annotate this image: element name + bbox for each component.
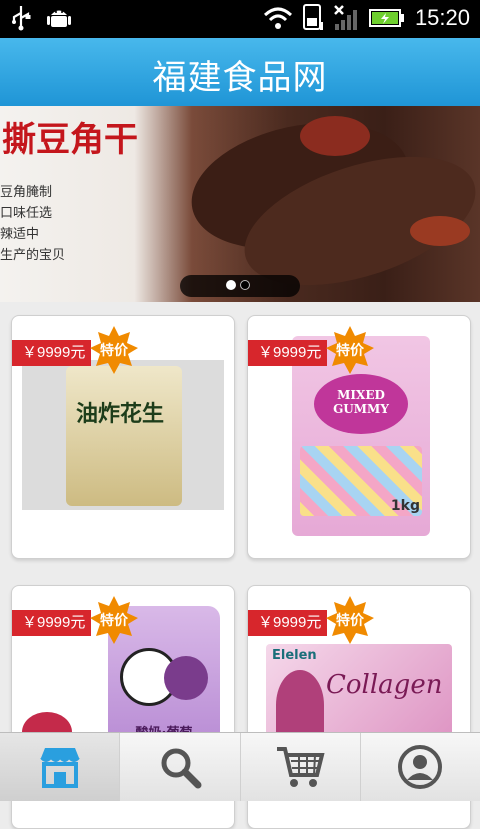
sale-badge: 特价	[326, 326, 374, 374]
cart-icon	[277, 747, 325, 787]
sale-badge-label: 特价	[100, 343, 128, 359]
banner-line: 豆角腌制	[0, 185, 53, 200]
product-image: 油炸花生	[22, 360, 224, 510]
profile-icon	[398, 745, 443, 789]
sale-badge-label: 特价	[100, 613, 128, 629]
battery-icon	[368, 9, 404, 27]
clock: 15:20	[414, 5, 470, 30]
wifi-icon	[263, 7, 292, 29]
product-card[interactable]: 油炸花生 ￥9999元 特价	[11, 315, 235, 559]
tab-cart[interactable]	[241, 733, 361, 801]
banner-pepper	[300, 116, 370, 156]
product-image-text: 油炸花生	[76, 401, 165, 427]
product-image-text: Collagen	[326, 670, 443, 700]
grape-icon	[164, 656, 208, 700]
carousel-indicator	[180, 275, 300, 297]
page-title: 福建食品网	[152, 58, 328, 98]
search-icon	[161, 748, 202, 789]
price-tag: ￥9999元	[248, 610, 328, 636]
store-icon	[39, 748, 80, 788]
product-image-weight: 1kg	[390, 498, 420, 514]
android-icon	[47, 10, 71, 27]
sale-badge-label: 特价	[336, 613, 364, 629]
banner-line: 生产的宝贝	[0, 248, 66, 263]
sale-badge: 特价	[326, 596, 374, 644]
bottom-nav	[0, 732, 480, 801]
sale-badge: 特价	[90, 326, 138, 374]
usb-icon	[12, 6, 31, 31]
signal-icon	[334, 5, 357, 30]
product-card[interactable]: MIXED GUMMY 1kg ￥9999元 特价	[247, 315, 471, 559]
collagen-swirl	[276, 670, 324, 740]
banner-pepper-2	[410, 216, 470, 246]
banner-line: 辣适中	[0, 227, 40, 242]
banner-line: 口味任选	[0, 206, 53, 221]
sale-badge-label: 特价	[336, 343, 364, 359]
banner-lines: 豆角腌制 口味任选 辣适中 生产的宝贝	[0, 182, 65, 266]
price-tag: ￥9999元	[248, 340, 328, 366]
title-bar: 福建食品网	[0, 38, 480, 107]
banner-carousel[interactable]: 撕豆角干 豆角腌制 口味任选 辣适中 生产的宝贝	[0, 106, 480, 302]
banner-title: 撕豆角干	[2, 120, 138, 160]
sale-badge: 特价	[90, 596, 138, 644]
peanut-bag	[66, 366, 182, 506]
product-image-text: MIXED GUMMY	[333, 388, 389, 416]
sim-icon	[302, 4, 323, 30]
tab-search[interactable]	[120, 733, 241, 801]
status-bar: 15:20	[0, 0, 480, 38]
carousel-dot[interactable]	[240, 280, 250, 290]
price-tag: ￥9999元	[12, 610, 92, 636]
price-tag: ￥9999元	[12, 340, 92, 366]
carousel-dot-active[interactable]	[226, 280, 236, 290]
tab-store[interactable]	[0, 733, 121, 801]
product-brand: Elelen	[272, 648, 317, 663]
tab-profile[interactable]	[361, 733, 480, 801]
